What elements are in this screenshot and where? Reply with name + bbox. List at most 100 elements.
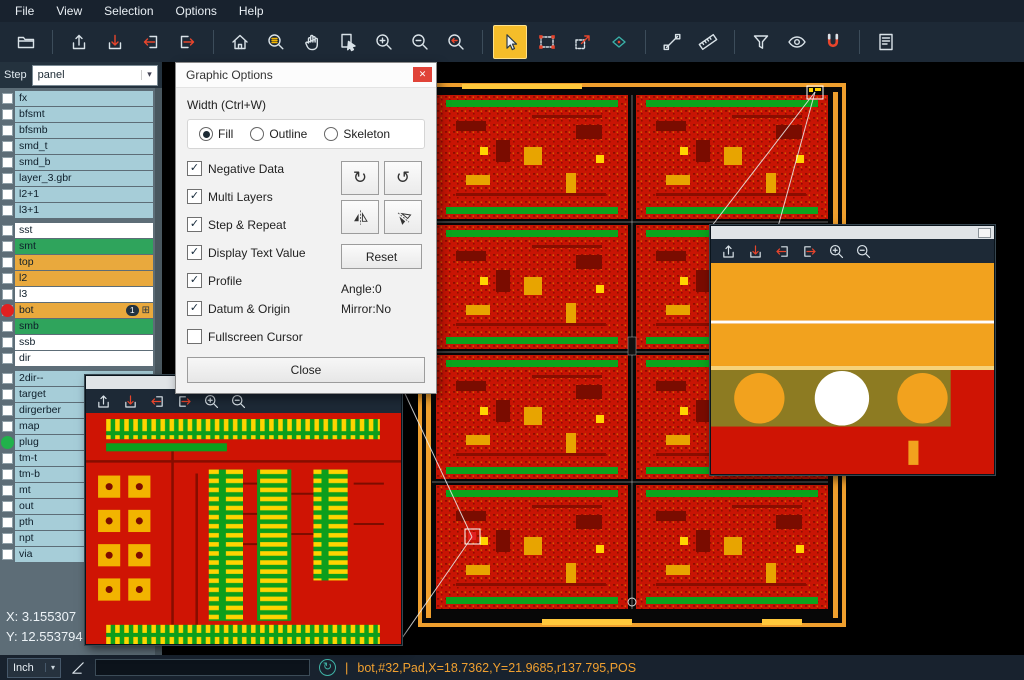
zoom-window-bottom-left[interactable] bbox=[85, 375, 402, 645]
layer-row-smd_t[interactable]: smd_t bbox=[0, 139, 153, 154]
radio-outline[interactable]: Outline bbox=[250, 127, 307, 141]
zoom-region-button[interactable] bbox=[260, 26, 292, 58]
layer-row-layer_3.gbr[interactable]: layer_3.gbr bbox=[0, 171, 153, 186]
layer-name[interactable]: dir bbox=[15, 351, 153, 366]
layer-row-dir[interactable]: dir bbox=[0, 351, 153, 366]
checkbox-negative-data[interactable]: ✓Negative Data bbox=[187, 161, 341, 176]
zoom-in-button[interactable] bbox=[368, 26, 400, 58]
layer-visibility-checkbox[interactable] bbox=[2, 549, 13, 560]
layer-visibility-checkbox[interactable] bbox=[2, 241, 13, 252]
layer-row-l2+1[interactable]: l2+1 bbox=[0, 187, 153, 202]
menu-file[interactable]: File bbox=[4, 2, 45, 20]
dialog-titlebar[interactable]: Graphic Options ✕ bbox=[176, 63, 436, 88]
layer-visibility-checkbox[interactable] bbox=[2, 157, 13, 168]
zoom-window-titlebar[interactable] bbox=[711, 226, 994, 239]
menu-view[interactable]: View bbox=[45, 2, 93, 20]
zoom-in-button[interactable] bbox=[824, 240, 849, 262]
layer-visibility-checkbox[interactable] bbox=[2, 485, 13, 496]
transform-move-button[interactable] bbox=[567, 26, 599, 58]
layer-visibility-checkbox[interactable] bbox=[2, 93, 13, 104]
checkbox-datum-origin[interactable]: ✓Datum & Origin bbox=[187, 301, 341, 316]
zoom-out-button[interactable] bbox=[851, 240, 876, 262]
import-down-button[interactable] bbox=[118, 390, 143, 412]
measure-line-button[interactable] bbox=[656, 26, 688, 58]
layer-visibility-checkbox[interactable] bbox=[2, 125, 13, 136]
layer-visibility-checkbox[interactable] bbox=[2, 321, 13, 332]
layer-row-smb[interactable]: smb bbox=[0, 319, 153, 334]
layer-name[interactable]: bfsmb bbox=[15, 123, 153, 138]
layer-name[interactable]: bot1⊞ bbox=[15, 303, 153, 318]
layer-visibility-checkbox[interactable] bbox=[2, 225, 13, 236]
layer-visibility-checkbox[interactable] bbox=[2, 517, 13, 528]
layer-visibility-checkbox[interactable] bbox=[2, 533, 13, 544]
layer-visibility-checkbox[interactable] bbox=[2, 257, 13, 268]
home-button[interactable] bbox=[224, 26, 256, 58]
folder-open-button[interactable] bbox=[10, 26, 42, 58]
layer-name[interactable]: smd_b bbox=[15, 155, 153, 170]
window-button-icon[interactable] bbox=[978, 228, 991, 238]
import-down-button[interactable] bbox=[99, 26, 131, 58]
close-icon[interactable]: ✕ bbox=[413, 67, 432, 82]
layer-visibility-checkbox[interactable] bbox=[2, 289, 13, 300]
layer-visibility-checkbox[interactable] bbox=[2, 389, 13, 400]
magnet-button[interactable] bbox=[817, 26, 849, 58]
layer-visibility-checkbox[interactable] bbox=[2, 141, 13, 152]
layer-visibility-checkbox[interactable] bbox=[2, 421, 13, 432]
layer-visibility-checkbox[interactable] bbox=[2, 405, 13, 416]
red-indicator-icon[interactable] bbox=[2, 305, 13, 316]
layer-name[interactable]: smd_t bbox=[15, 139, 153, 154]
layer-visibility-checkbox[interactable] bbox=[2, 501, 13, 512]
layer-row-ssb[interactable]: ssb bbox=[0, 335, 153, 350]
refresh-icon[interactable]: ↻ bbox=[319, 659, 336, 676]
rotate-ccw-button[interactable]: ↺ bbox=[384, 161, 422, 195]
layer-row-bfsmb[interactable]: bfsmb bbox=[0, 123, 153, 138]
layer-name[interactable]: top bbox=[15, 255, 153, 270]
layer-visibility-checkbox[interactable] bbox=[2, 469, 13, 480]
menu-selection[interactable]: Selection bbox=[93, 2, 164, 20]
radio-fill[interactable]: Fill bbox=[199, 127, 233, 141]
checkbox-display-text-value[interactable]: ✓Display Text Value bbox=[187, 245, 341, 260]
layer-name[interactable]: l2 bbox=[15, 271, 153, 286]
layer-visibility-checkbox[interactable] bbox=[2, 273, 13, 284]
layer-visibility-checkbox[interactable] bbox=[2, 353, 13, 364]
checkbox-multi-layers[interactable]: ✓Multi Layers bbox=[187, 189, 341, 204]
layer-row-l2[interactable]: l2 bbox=[0, 271, 153, 286]
menu-help[interactable]: Help bbox=[228, 2, 275, 20]
reset-button[interactable]: Reset bbox=[341, 244, 422, 269]
menu-options[interactable]: Options bbox=[165, 2, 228, 20]
mirror-v-button[interactable] bbox=[384, 200, 422, 234]
layer-name[interactable]: fx bbox=[15, 91, 153, 106]
select-rect-button[interactable] bbox=[531, 26, 563, 58]
layer-name[interactable]: sst bbox=[15, 223, 153, 238]
eye-button[interactable] bbox=[781, 26, 813, 58]
layer-name[interactable]: l2+1 bbox=[15, 187, 153, 202]
layer-name[interactable]: l3+1 bbox=[15, 203, 153, 218]
checkbox-profile[interactable]: ✓Profile bbox=[187, 273, 341, 288]
layer-row-fx[interactable]: fx bbox=[0, 91, 153, 106]
mirror-h-button[interactable] bbox=[341, 200, 379, 234]
layer-visibility-checkbox[interactable] bbox=[2, 173, 13, 184]
close-button[interactable]: Close bbox=[187, 357, 425, 383]
layer-name[interactable]: smt bbox=[15, 239, 153, 254]
report-list-button[interactable] bbox=[870, 26, 902, 58]
filter-button[interactable] bbox=[745, 26, 777, 58]
layer-visibility-checkbox[interactable] bbox=[2, 373, 13, 384]
unit-combo[interactable]: Inch ▾ bbox=[7, 658, 61, 678]
rotate-cw-button[interactable]: ↻ bbox=[341, 161, 379, 195]
layer-name[interactable]: layer_3.gbr bbox=[15, 171, 153, 186]
chevron-down-icon[interactable]: ▾ bbox=[141, 70, 157, 80]
layer-name[interactable]: l3 bbox=[15, 287, 153, 302]
layer-visibility-checkbox[interactable] bbox=[2, 453, 13, 464]
zoom-window-right[interactable] bbox=[710, 225, 995, 475]
ruler-button[interactable] bbox=[692, 26, 724, 58]
import-left-button[interactable] bbox=[770, 240, 795, 262]
layer-row-l3+1[interactable]: l3+1 bbox=[0, 203, 153, 218]
checkbox-fullscreen-cursor[interactable]: Fullscreen Cursor bbox=[187, 329, 341, 344]
export-right-button[interactable] bbox=[797, 240, 822, 262]
select-pointer-button[interactable] bbox=[493, 25, 527, 59]
green-indicator-icon[interactable] bbox=[2, 437, 13, 448]
command-input[interactable] bbox=[95, 659, 310, 676]
import-down-button[interactable] bbox=[743, 240, 768, 262]
zoom-out-button[interactable] bbox=[404, 26, 436, 58]
export-up-button[interactable] bbox=[63, 26, 95, 58]
